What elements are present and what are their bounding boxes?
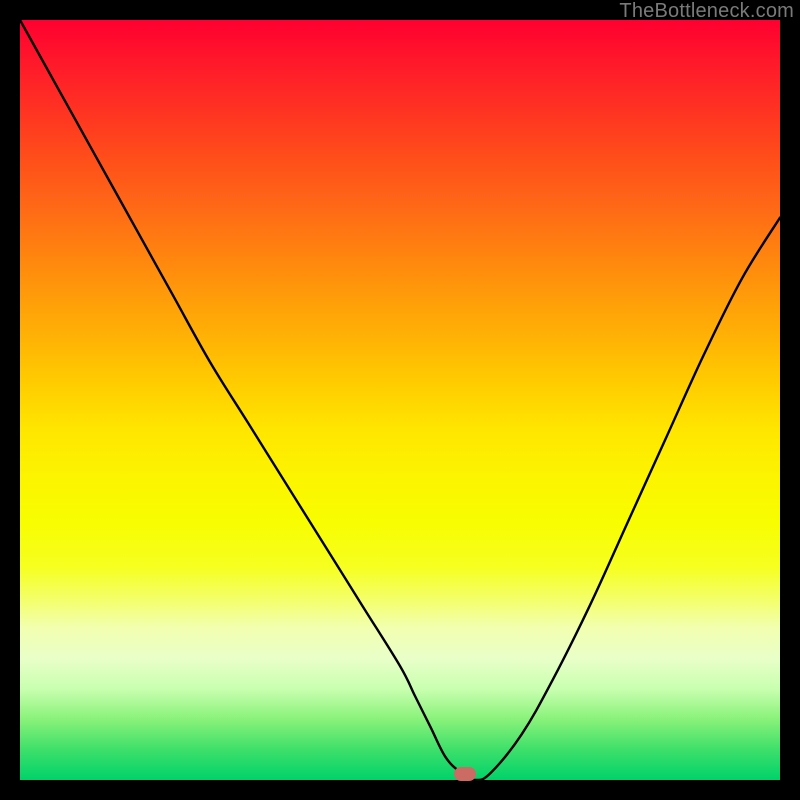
chart-frame: TheBottleneck.com [0,0,800,800]
optimal-point-marker [454,767,476,781]
plot-area [20,20,780,780]
bottleneck-curve [20,20,780,780]
